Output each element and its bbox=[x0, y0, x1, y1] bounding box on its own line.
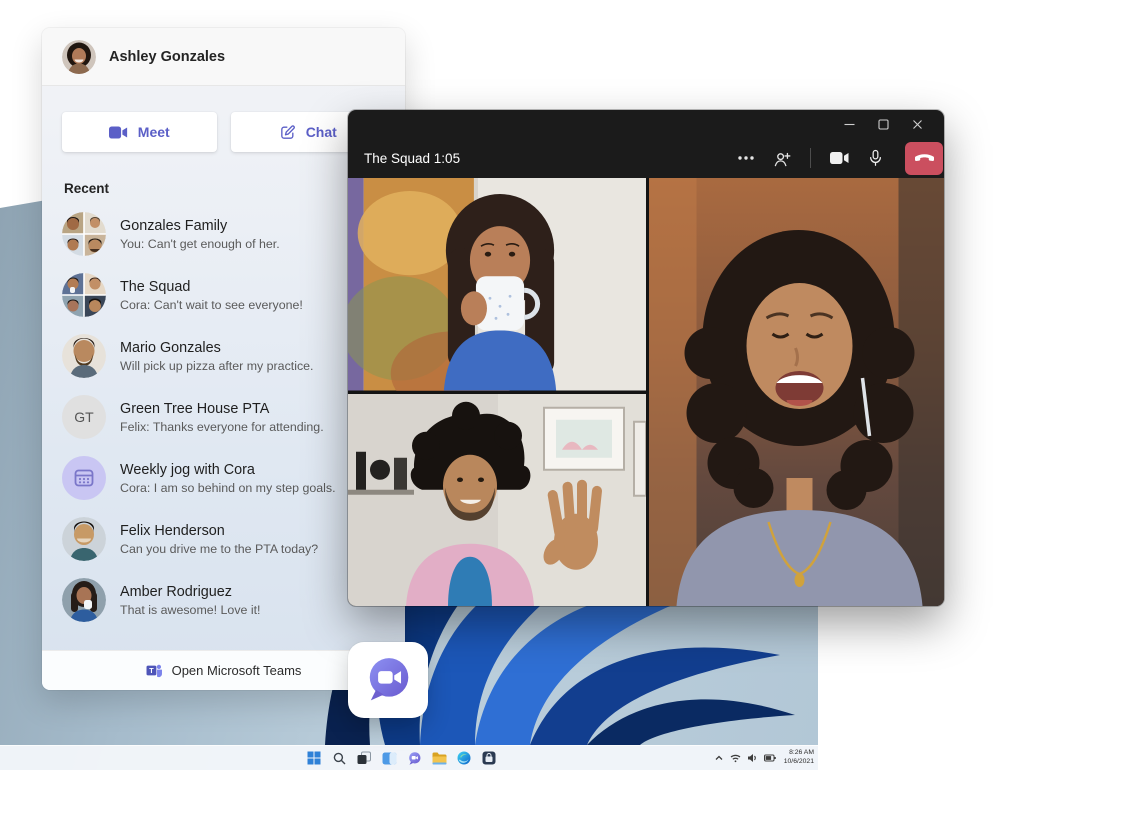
conversation-name: Mario Gonzales bbox=[120, 340, 314, 356]
conversation-text: Mario Gonzales Will pick up pizza after … bbox=[120, 340, 314, 373]
close-icon[interactable] bbox=[900, 112, 934, 136]
clock[interactable]: 8:26 AM 10/6/2021 bbox=[782, 749, 814, 767]
initials-avatar: GT bbox=[62, 395, 106, 439]
conversation-name: Amber Rodriguez bbox=[120, 584, 261, 600]
file-explorer-icon[interactable] bbox=[431, 750, 447, 766]
maximize-icon[interactable] bbox=[866, 112, 900, 136]
conversation-preview: Will pick up pizza after my practice. bbox=[120, 359, 314, 373]
phone-down-icon bbox=[915, 153, 934, 163]
conversation-name: Felix Henderson bbox=[120, 523, 318, 539]
call-title: The Squad 1:05 bbox=[364, 151, 732, 166]
calendar-icon bbox=[62, 456, 106, 500]
conversation-preview: Cora: I am so behind on my step goals. bbox=[120, 481, 336, 495]
user-name: Ashley Gonzales bbox=[109, 49, 225, 65]
video-call-window: The Squad 1:05 bbox=[348, 110, 944, 606]
conversation-name: Gonzales Family bbox=[120, 218, 280, 234]
conversation-name: Green Tree House PTA bbox=[120, 401, 324, 417]
wifi-icon[interactable] bbox=[730, 753, 741, 763]
conversation-text: Felix Henderson Can you drive me to the … bbox=[120, 523, 318, 556]
panel-header: Ashley Gonzales bbox=[42, 28, 405, 86]
conversation-preview: Can you drive me to the PTA today? bbox=[120, 542, 318, 556]
teams-logo-icon: T bbox=[146, 662, 163, 679]
conversation-text: Weekly jog with Cora Cora: I am so behin… bbox=[120, 462, 336, 495]
hang-up-button[interactable] bbox=[905, 142, 943, 175]
more-options-icon[interactable] bbox=[732, 144, 760, 172]
conversation-preview: You: Can't get enough of her. bbox=[120, 237, 280, 251]
video-tile-woman-with-mug[interactable] bbox=[348, 178, 646, 391]
chat-bubble-video-icon bbox=[363, 655, 413, 705]
minimize-icon[interactable] bbox=[832, 112, 866, 136]
conversation-name: The Squad bbox=[120, 279, 303, 295]
compose-icon bbox=[279, 124, 296, 141]
conversation-text: Amber Rodriguez That is awesome! Love it… bbox=[120, 584, 261, 617]
search-icon[interactable] bbox=[331, 750, 347, 766]
camera-on-icon[interactable] bbox=[825, 144, 853, 172]
conversation-text: Gonzales Family You: Can't get enough of… bbox=[120, 218, 280, 251]
video-grid bbox=[348, 178, 944, 606]
meet-button[interactable]: Meet bbox=[62, 112, 217, 152]
toolbar-divider bbox=[810, 148, 811, 168]
call-controls bbox=[732, 142, 943, 175]
teams-chat-flyout-button[interactable] bbox=[348, 642, 428, 718]
person-avatar bbox=[62, 517, 106, 561]
svg-text:T: T bbox=[149, 666, 154, 675]
microphone-icon[interactable] bbox=[861, 144, 889, 172]
video-tile-woman-laughing[interactable] bbox=[649, 178, 944, 606]
battery-icon[interactable] bbox=[764, 753, 776, 763]
group-avatar bbox=[62, 212, 106, 256]
system-tray: 8:26 AM 10/6/2021 bbox=[714, 746, 814, 770]
edge-browser-icon[interactable] bbox=[456, 750, 472, 766]
open-teams-label: Open Microsoft Teams bbox=[172, 663, 302, 678]
meet-button-label: Meet bbox=[138, 124, 170, 140]
conversation-preview: Cora: Can't wait to see everyone! bbox=[120, 298, 303, 312]
user-avatar[interactable] bbox=[62, 40, 96, 74]
speaker-icon[interactable] bbox=[747, 753, 758, 763]
store-icon[interactable] bbox=[481, 750, 497, 766]
add-people-icon[interactable] bbox=[768, 144, 796, 172]
chevron-up-icon[interactable] bbox=[714, 753, 724, 763]
person-avatar bbox=[62, 578, 106, 622]
conversation-name: Weekly jog with Cora bbox=[120, 462, 336, 478]
conversation-text: Green Tree House PTA Felix: Thanks every… bbox=[120, 401, 324, 434]
conversation-text: The Squad Cora: Can't wait to see everyo… bbox=[120, 279, 303, 312]
chat-button-label: Chat bbox=[306, 124, 337, 140]
video-camera-icon bbox=[109, 125, 128, 140]
video-tile-man-waving[interactable] bbox=[348, 394, 646, 607]
tray-time: 8:26 AM bbox=[784, 749, 814, 758]
taskbar-center-icons bbox=[306, 746, 497, 770]
conversation-preview: That is awesome! Love it! bbox=[120, 603, 261, 617]
group-avatar bbox=[62, 273, 106, 317]
conversation-preview: Felix: Thanks everyone for attending. bbox=[120, 420, 324, 434]
window-controls bbox=[348, 110, 944, 138]
taskbar: 8:26 AM 10/6/2021 bbox=[0, 745, 818, 770]
start-button-icon[interactable] bbox=[306, 750, 322, 766]
task-view-icon[interactable] bbox=[356, 750, 372, 766]
widgets-icon[interactable] bbox=[381, 750, 397, 766]
teams-chat-taskbar-icon[interactable] bbox=[406, 750, 422, 766]
person-avatar bbox=[62, 334, 106, 378]
tray-date: 10/6/2021 bbox=[784, 758, 814, 767]
call-toolbar: The Squad 1:05 bbox=[348, 138, 944, 178]
